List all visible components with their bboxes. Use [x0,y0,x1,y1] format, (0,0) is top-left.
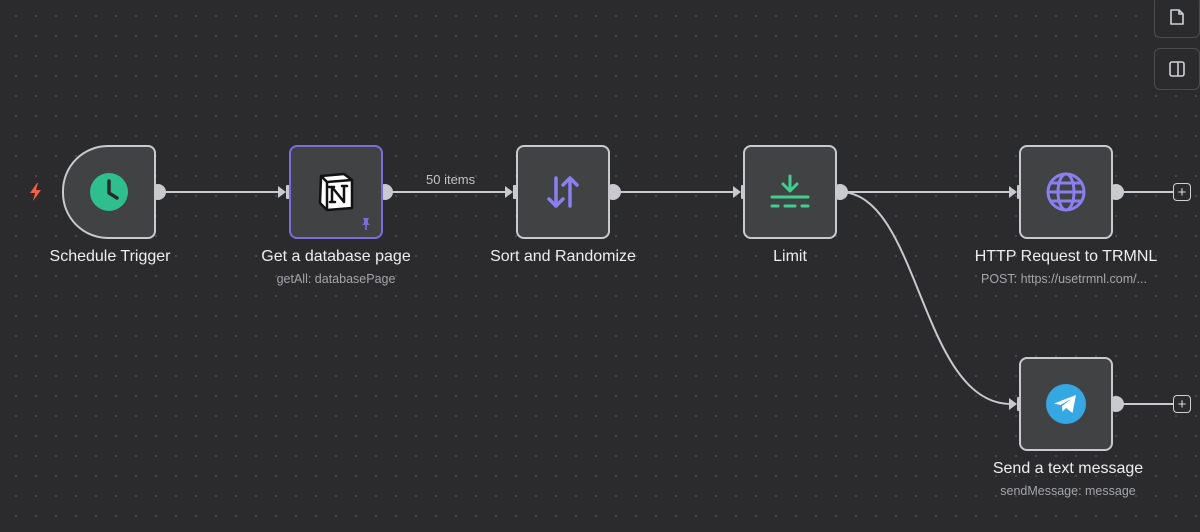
input-handle-sort [505,186,513,198]
edge-items-count-label: 50 items [426,172,476,187]
workflow-canvas[interactable]: Schedule Trigger Get a database page get… [0,0,1200,532]
notion-icon [318,172,354,212]
lightning-bolt-icon [30,183,41,201]
connections-layer [150,184,1173,412]
sort-arrows-icon [547,176,579,208]
node-get-database-page[interactable] [289,145,383,239]
panel-toggle-button[interactable] [1154,48,1200,90]
clock-icon [90,173,128,211]
sticky-note-icon [1170,9,1184,25]
node-title-schedule-trigger: Schedule Trigger [49,248,171,265]
node-schedule-trigger[interactable] [62,145,156,239]
node-title-sort-and-randomize: Sort and Randomize [490,248,636,265]
node-sort-and-randomize[interactable] [516,145,610,239]
panel-toggle-icon [1169,61,1185,77]
pin-icon [362,218,370,230]
connection-limit-to-telegram [839,191,1012,405]
node-title-http-request: HTTP Request to TRMNL [974,248,1158,265]
node-title-limit: Limit [773,248,807,265]
input-handle-limit [733,186,741,198]
node-limit[interactable] [743,145,837,239]
node-title-send-text-message: Send a text message [992,460,1144,477]
node-subtitle-send-text-message: sendMessage: message [1000,484,1136,498]
add-node-after-telegram-button[interactable]: + [1173,395,1191,413]
node-http-request[interactable] [1019,145,1113,239]
node-subtitle-http-request: POST: https://usetrmnl.com/... [980,272,1148,286]
globe-icon [1046,172,1086,212]
limit-icon [770,174,810,208]
sticky-note-button[interactable] [1154,0,1200,38]
input-handle-notion [278,186,286,198]
node-send-text-message[interactable] [1019,357,1113,451]
add-node-after-http-button[interactable]: + [1173,183,1191,201]
node-subtitle-get-database-page: getAll: databasePage [276,272,396,286]
node-title-get-database-page: Get a database page [261,248,411,265]
input-handle-http [1009,186,1017,198]
telegram-icon [1046,384,1086,424]
input-handle-telegram [1009,398,1017,410]
